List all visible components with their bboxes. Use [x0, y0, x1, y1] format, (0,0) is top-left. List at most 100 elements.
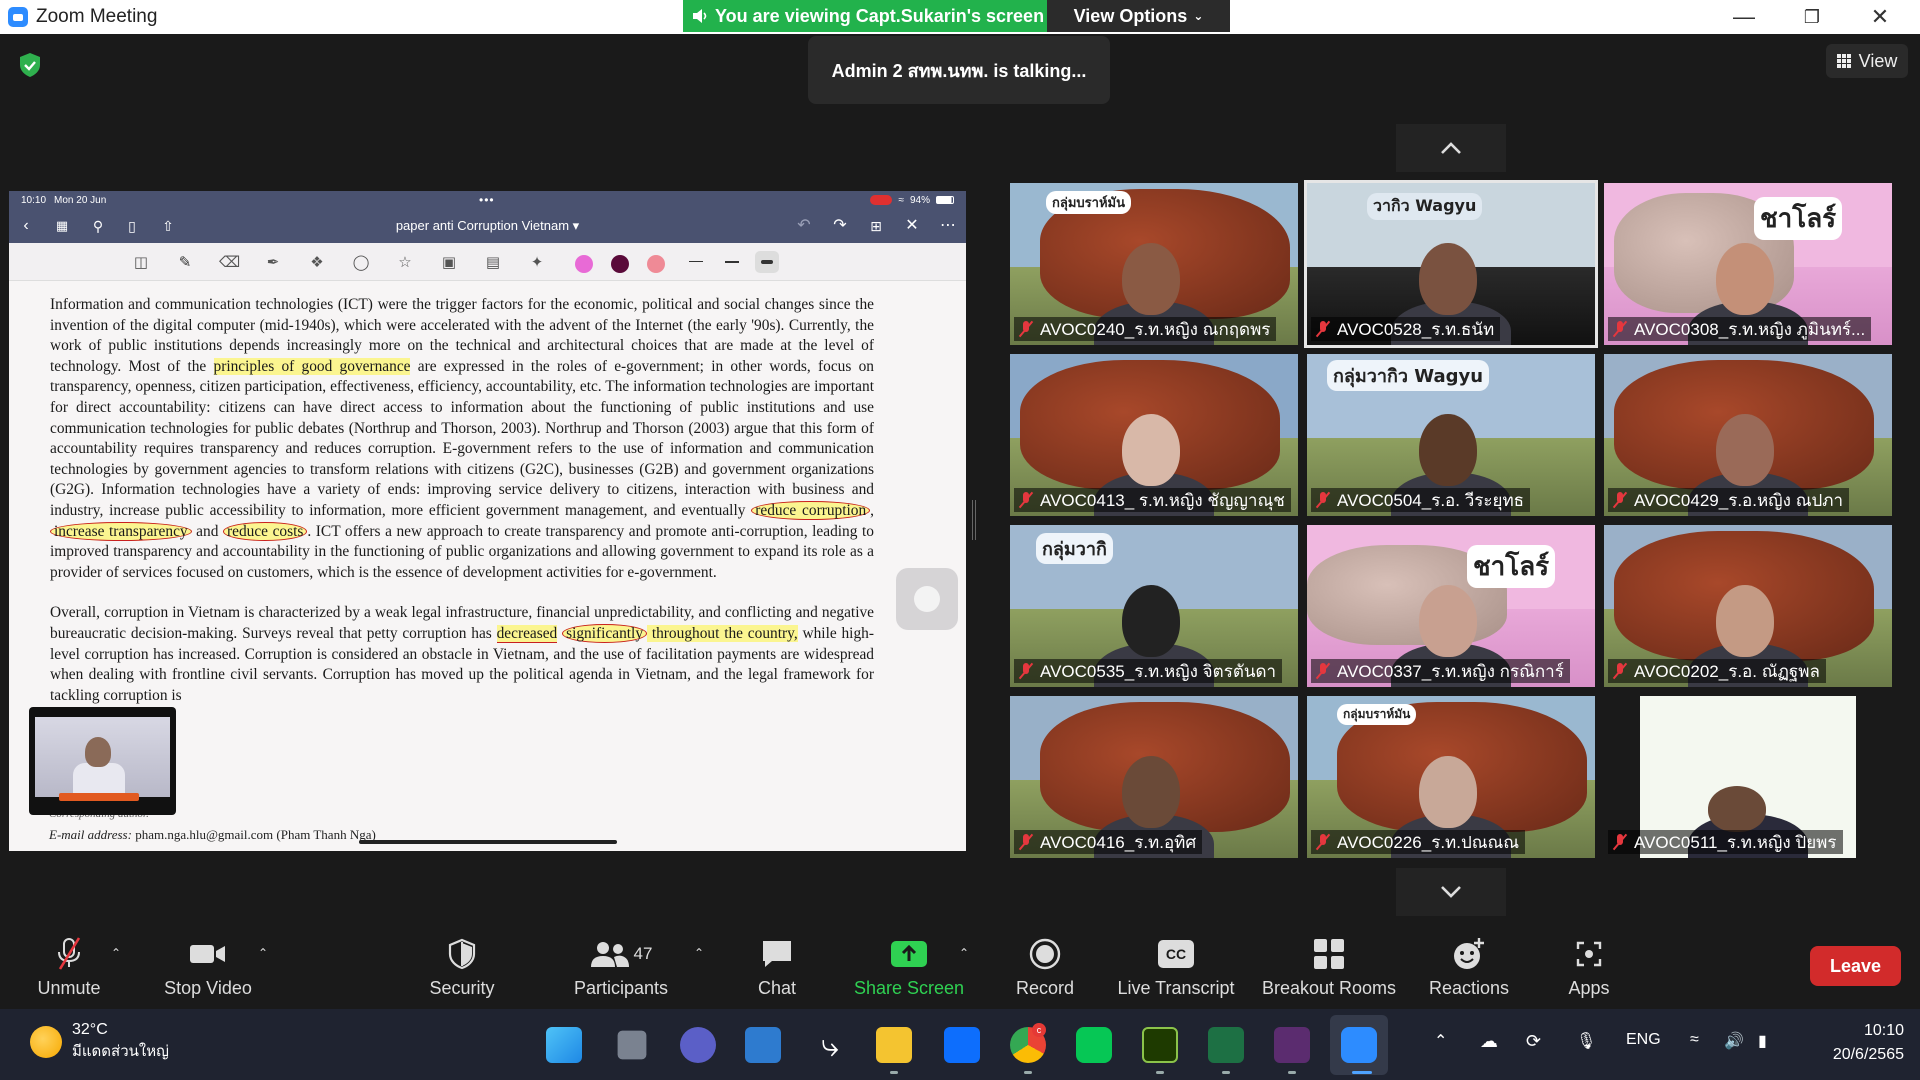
minimize-button[interactable]: — [1710, 0, 1778, 34]
color-swatch-rose[interactable] [647, 255, 665, 273]
color-swatch-maroon[interactable] [611, 255, 629, 273]
winamp-icon[interactable]: ⤷ [812, 1027, 848, 1063]
maximize-button[interactable]: ❐ [1778, 0, 1846, 34]
thick-line-icon[interactable] [755, 251, 779, 273]
battery-icon[interactable]: ▮ [1758, 1031, 1767, 1051]
security-button[interactable]: Security [426, 934, 498, 1004]
video-options-caret[interactable]: ⌃ [258, 946, 268, 960]
breakout-rooms-button[interactable]: Breakout Rooms [1260, 934, 1398, 1004]
participant-tile[interactable]: ชาโลร์ AVOC0337_ร.ท.หญิง กรณิการ์ [1307, 525, 1595, 687]
participants-button[interactable]: 47 Participants [566, 934, 676, 1004]
participant-tile[interactable]: AVOC0429_ร.อ.หญิง ณปภา [1604, 354, 1892, 516]
dreamweaver-icon[interactable] [1142, 1027, 1178, 1063]
apps-icon [1576, 941, 1602, 967]
onedrive-icon[interactable]: ☁ [1480, 1031, 1498, 1052]
dropbox-icon[interactable] [944, 1027, 980, 1063]
participant-name-label: AVOC0413_ ร.ท.หญิง ชัญญาณุช [1014, 488, 1291, 512]
participants-options-caret[interactable]: ⌃ [694, 946, 704, 960]
participant-name: AVOC0416_ร.ท.อุทิศ [1040, 832, 1197, 852]
file-explorer-icon[interactable] [876, 1027, 912, 1063]
more-icon[interactable]: ⋯ [939, 217, 957, 235]
microphone-icon[interactable]: 🎙 [1576, 1031, 1596, 1051]
participant-tile[interactable]: วากิว Wagyu AVOC0528_ร.ท.ธนัท [1304, 180, 1598, 348]
language-indicator[interactable]: ENG [1626, 1031, 1661, 1049]
eraser-icon[interactable]: ⌫ [219, 253, 240, 273]
undo-icon[interactable]: ↶ [795, 217, 813, 235]
annotation-toolbar: ◫ ✎ ⌫ ✒ ❖ ◯ ☆ ▣ ▤ ✦ [9, 243, 966, 281]
participant-tile[interactable]: AVOC0416_ร.ท.อุทิศ [1010, 696, 1298, 858]
sync-icon[interactable]: ⟳ [1526, 1031, 1541, 1052]
shield-icon[interactable] [18, 52, 42, 78]
apps-button[interactable]: Apps [1566, 934, 1612, 1004]
redo-icon[interactable]: ↷ [831, 217, 849, 235]
teams-chat-icon[interactable] [680, 1027, 716, 1063]
pen-icon[interactable]: ✎ [175, 253, 195, 273]
record-button[interactable]: Record [1014, 934, 1076, 1004]
text-tool-icon[interactable]: ▤ [483, 253, 503, 273]
medium-line-icon[interactable] [725, 261, 739, 263]
document-nav-bar: ‹ ▦ ⚲ ▯ ⇧ paper anti Corruption Vietnam … [9, 209, 966, 243]
document-title[interactable]: paper anti Corruption Vietnam ▾ [9, 218, 966, 234]
participant-face [1708, 786, 1766, 832]
closed-captions-icon: CC [1158, 940, 1194, 968]
participant-tile[interactable]: AVOC0511_ร.ท.หญิง ปิยพร [1604, 696, 1892, 858]
participant-tile[interactable]: กลุ่มบราห์มัน AVOC0226_ร.ท.ปณณณ [1307, 696, 1595, 858]
volume-icon[interactable]: 🔊 [1724, 1031, 1744, 1051]
presenter-thumbnail[interactable] [29, 707, 176, 815]
gallery-previous-button[interactable] [1396, 124, 1506, 172]
partly-sunny-icon [30, 1026, 62, 1058]
live-transcript-button[interactable]: CC Live Transcript [1116, 934, 1236, 1004]
participant-tile[interactable]: กลุ่มวากิ AVOC0535_ร.ท.หญิง จิตรตันดา [1010, 525, 1298, 687]
stop-video-button[interactable]: Stop Video [160, 934, 256, 1004]
participant-tile[interactable]: AVOC0413_ ร.ท.หญิง ชัญญาณุช [1010, 354, 1298, 516]
pdf-app-icon[interactable] [1274, 1027, 1310, 1063]
participant-name-label: AVOC0337_ร.ท.หญิง กรณิการ์ [1311, 659, 1570, 683]
excel-icon[interactable] [1208, 1027, 1244, 1063]
shapes-icon[interactable]: ❖ [307, 253, 327, 273]
zoom-taskbar-icon[interactable] [1341, 1027, 1377, 1063]
leave-button[interactable]: Leave [1810, 946, 1901, 986]
system-clock[interactable]: 10:10 20/6/2565 [1810, 1019, 1904, 1067]
background-sign: กลุ่มวากิ [1036, 533, 1113, 564]
unmute-button[interactable]: Unmute [34, 934, 104, 1004]
gallery-next-button[interactable] [1396, 868, 1506, 916]
share-options-caret[interactable]: ⌃ [959, 946, 969, 960]
weather-widget[interactable]: 32°C มีแดดส่วนใหญ่ [30, 1021, 169, 1063]
reactions-button[interactable]: Reactions [1428, 934, 1510, 1004]
wifi-icon[interactable]: ≈ [1690, 1031, 1699, 1049]
read-mode-icon[interactable]: ◫ [131, 253, 151, 273]
mail-icon[interactable] [745, 1027, 781, 1063]
task-view-icon[interactable] [617, 1030, 647, 1060]
thin-line-icon[interactable] [689, 261, 703, 262]
color-swatch-pink[interactable] [575, 255, 593, 273]
meeting-toolbar: Unmute ⌃ Stop Video ⌃ Security 47 Partic… [0, 926, 1920, 1009]
assistive-touch-button[interactable] [896, 568, 958, 630]
close-icon[interactable]: ✕ [903, 217, 921, 235]
close-button[interactable]: ✕ [1846, 0, 1914, 34]
lasso-icon[interactable]: ◯ [351, 253, 371, 273]
participant-tile[interactable]: AVOC0202_ร.อ. ณัฏฐพล [1604, 525, 1892, 687]
participant-name: AVOC0504_ร.อ. วีระยุทธ [1337, 490, 1525, 510]
audio-options-caret[interactable]: ⌃ [111, 946, 121, 960]
participant-tile[interactable]: ชาโลร์ AVOC0308_ร.ท.หญิง ภูมินทร์... [1604, 183, 1892, 345]
line-app-icon[interactable] [1076, 1027, 1112, 1063]
add-page-icon[interactable]: ⊞ [867, 217, 885, 235]
show-hidden-icons[interactable]: ⌃ [1434, 1031, 1447, 1051]
start-icon[interactable] [546, 1027, 582, 1063]
participant-tile[interactable]: กลุ่มบราห์มัน AVOC0240_ร.ท.หญิง ณกฤดพร [1010, 183, 1298, 345]
share-screen-button[interactable]: Share Screen [854, 934, 964, 1004]
participant-tile[interactable]: กลุ่มวากิว Wagyu AVOC0504_ร.อ. วีระยุทธ [1307, 354, 1595, 516]
view-button[interactable]: View [1826, 44, 1908, 78]
reactions-label: Reactions [1428, 978, 1510, 998]
view-options-button[interactable]: View Options ⌄ [1047, 0, 1230, 32]
text: and [191, 522, 223, 540]
image-icon[interactable]: ▣ [439, 253, 459, 273]
sticker-icon[interactable]: ☆ [395, 253, 415, 273]
battery-icon [936, 196, 954, 204]
background-sign: กลุ่มบราห์มัน [1046, 191, 1131, 214]
chat-button[interactable]: Chat [750, 934, 804, 1004]
background-sign: กลุ่มวากิว Wagyu [1327, 360, 1490, 391]
split-resize-handle[interactable] [972, 500, 976, 540]
laser-icon[interactable]: ✦ [527, 253, 547, 273]
highlighter-icon[interactable]: ✒ [263, 253, 283, 273]
